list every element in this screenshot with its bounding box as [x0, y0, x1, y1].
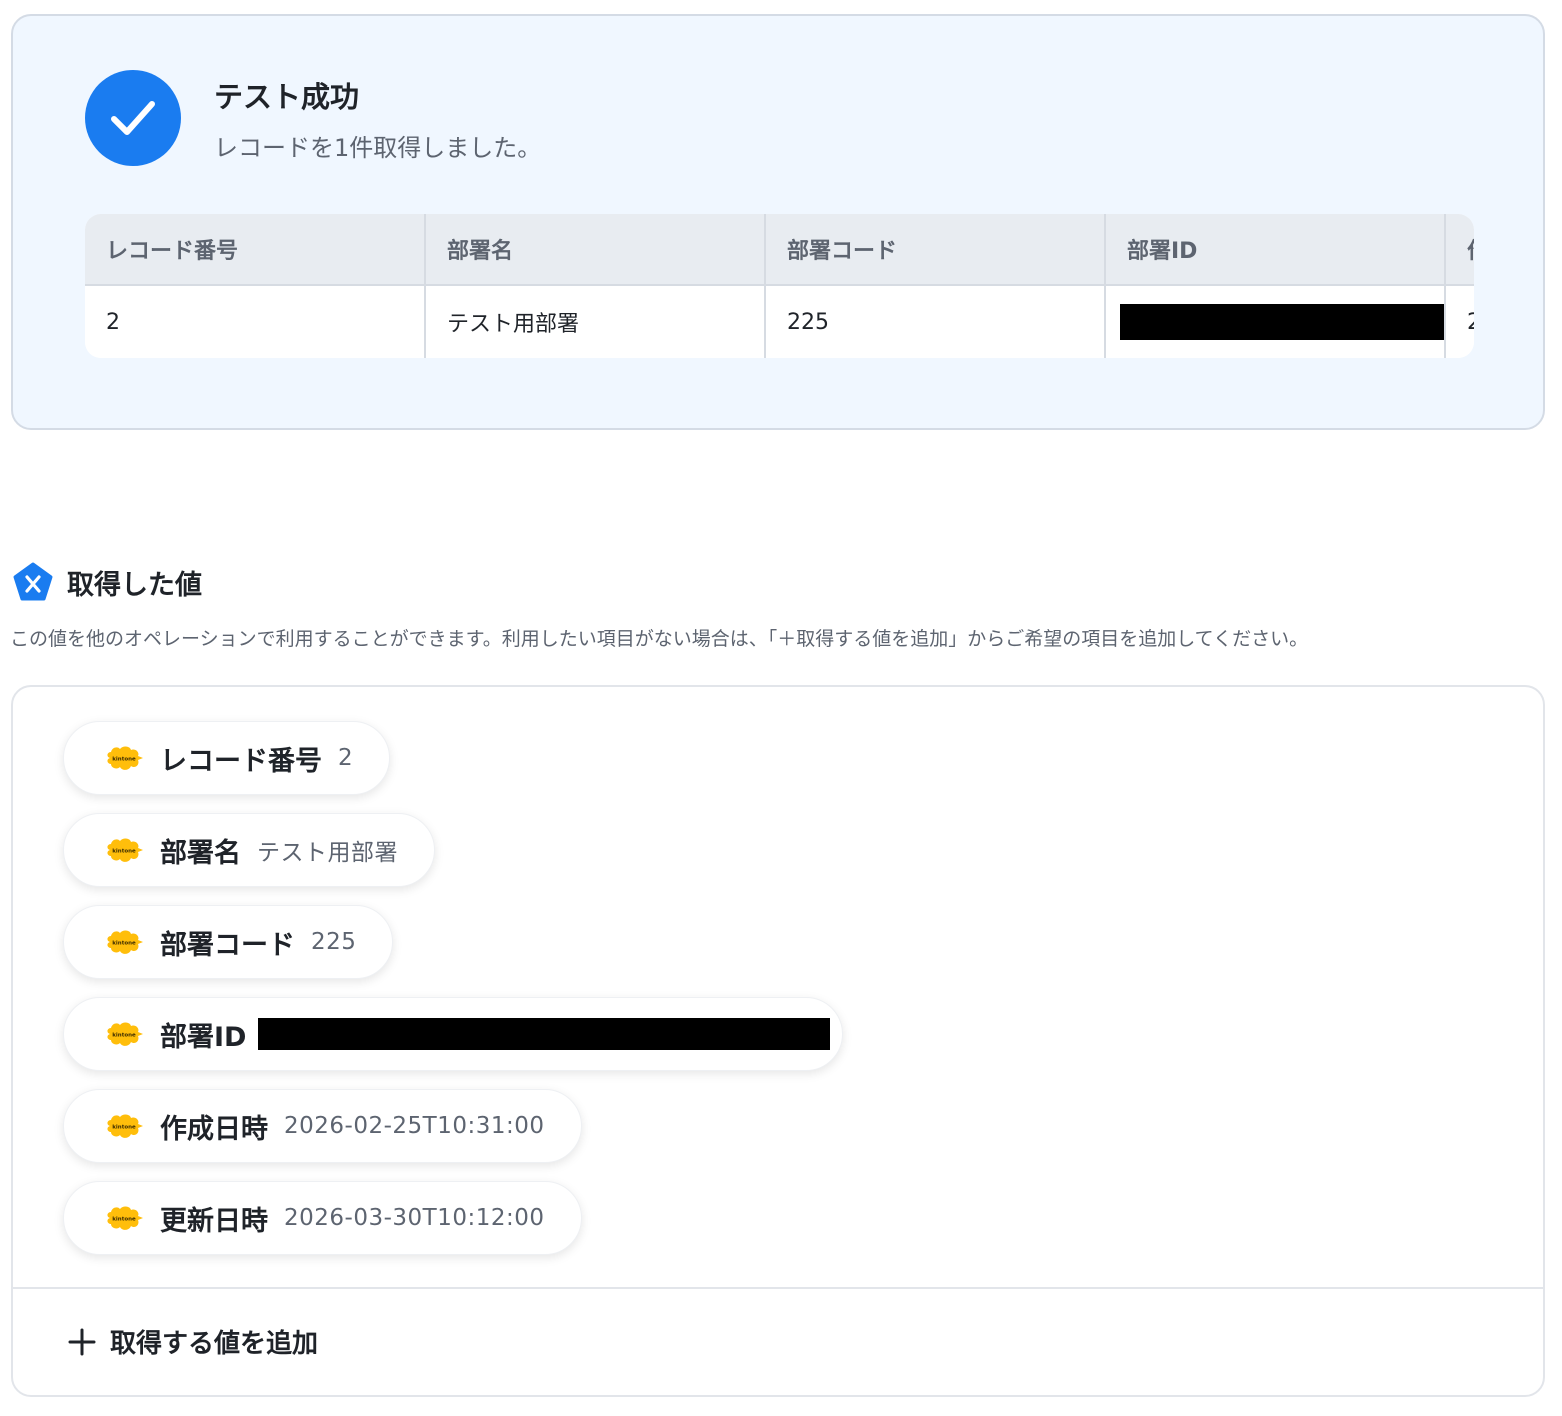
value-chip-department-id[interactable]: kintone 部署ID: [63, 997, 844, 1071]
kintone-icon: kintone: [107, 1114, 143, 1138]
plus-icon: [68, 1328, 96, 1355]
svg-text:kintone: kintone: [112, 1125, 136, 1131]
column-header: 部署ID: [1105, 214, 1446, 286]
record-table: レコード番号 部署名 部署コード 部署ID 作成日時 2 テスト用部署 225 …: [85, 214, 1474, 358]
value-chip-updated-at[interactable]: kintone 更新日時 2026-03-30T10:12:00: [63, 1181, 582, 1255]
svg-text:kintone: kintone: [112, 941, 136, 947]
section-heading: 取得した値: [13, 562, 202, 602]
svg-text:kintone: kintone: [112, 849, 136, 855]
table-cell: テスト用部署: [425, 285, 766, 358]
column-header: 部署コード: [765, 214, 1106, 286]
chip-value: 2026-03-30T10:12:00: [284, 1205, 545, 1231]
column-header: レコード番号: [85, 214, 426, 286]
section-title: 取得した値: [67, 569, 202, 601]
chip-label: 部署名: [160, 837, 241, 869]
chip-value: 2: [338, 745, 354, 771]
redaction-bar: [1120, 304, 1443, 340]
chip-label: 部署コード: [160, 929, 295, 961]
check-icon: [85, 70, 181, 166]
table-row: 2 テスト用部署 225 2026-02-25T10:31:00: [85, 285, 1474, 358]
kintone-icon: kintone: [107, 1206, 143, 1230]
svg-text:kintone: kintone: [112, 757, 136, 763]
chip-label: 部署ID: [160, 1021, 247, 1053]
add-value-label: 取得する値を追加: [110, 1329, 319, 1359]
divider: [13, 1287, 1543, 1289]
chip-value: テスト用部署: [257, 840, 398, 866]
record-table-scroll[interactable]: レコード番号 部署名 部署コード 部署ID 作成日時 2 テスト用部署 225 …: [85, 214, 1474, 358]
chip-value: 2026-02-25T10:31:00: [284, 1113, 545, 1139]
chip-label: 作成日時: [160, 1113, 268, 1145]
table-cell-redacted: [1105, 285, 1446, 358]
column-header: 部署名: [425, 214, 766, 286]
add-value-button[interactable]: 取得する値を追加: [68, 1323, 318, 1360]
column-header: 作成日時: [1445, 214, 1474, 286]
redaction-bar: [258, 1018, 831, 1050]
yoom-x-icon: [13, 562, 53, 601]
svg-text:kintone: kintone: [112, 1217, 136, 1223]
kintone-icon: kintone: [107, 930, 143, 954]
acquired-values-card: kintone レコード番号 2 kintone 部署名 テスト用部署 kint…: [11, 685, 1545, 1397]
success-title: テスト成功: [214, 80, 360, 114]
success-subtitle: レコードを1件取得しました。: [214, 134, 542, 162]
chip-label: 更新日時: [160, 1205, 268, 1237]
kintone-icon: kintone: [107, 1022, 143, 1046]
value-chip-record-number[interactable]: kintone レコード番号 2: [63, 721, 391, 795]
kintone-icon: kintone: [107, 838, 143, 862]
table-cell: 225: [765, 285, 1106, 358]
chip-label: レコード番号: [160, 745, 322, 777]
table-cell: 2026-02-25T10:31:00: [1445, 285, 1474, 358]
table-cell: 2: [85, 285, 426, 358]
value-chip-department-name[interactable]: kintone 部署名 テスト用部署: [63, 813, 435, 887]
chip-value: 225: [311, 929, 357, 955]
value-chip-department-code[interactable]: kintone 部署コード 225: [63, 905, 394, 979]
svg-text:kintone: kintone: [112, 1033, 136, 1039]
value-chip-created-at[interactable]: kintone 作成日時 2026-02-25T10:31:00: [63, 1089, 582, 1163]
test-success-panel: テスト成功 レコードを1件取得しました。 レコード番号 部署名 部署コード 部署…: [11, 14, 1545, 430]
section-description: この値を他のオペレーションで利用することができます。利用したい項目がない場合は、…: [10, 628, 1309, 650]
kintone-icon: kintone: [107, 746, 143, 770]
table-header-row: レコード番号 部署名 部署コード 部署ID 作成日時: [85, 214, 1474, 286]
